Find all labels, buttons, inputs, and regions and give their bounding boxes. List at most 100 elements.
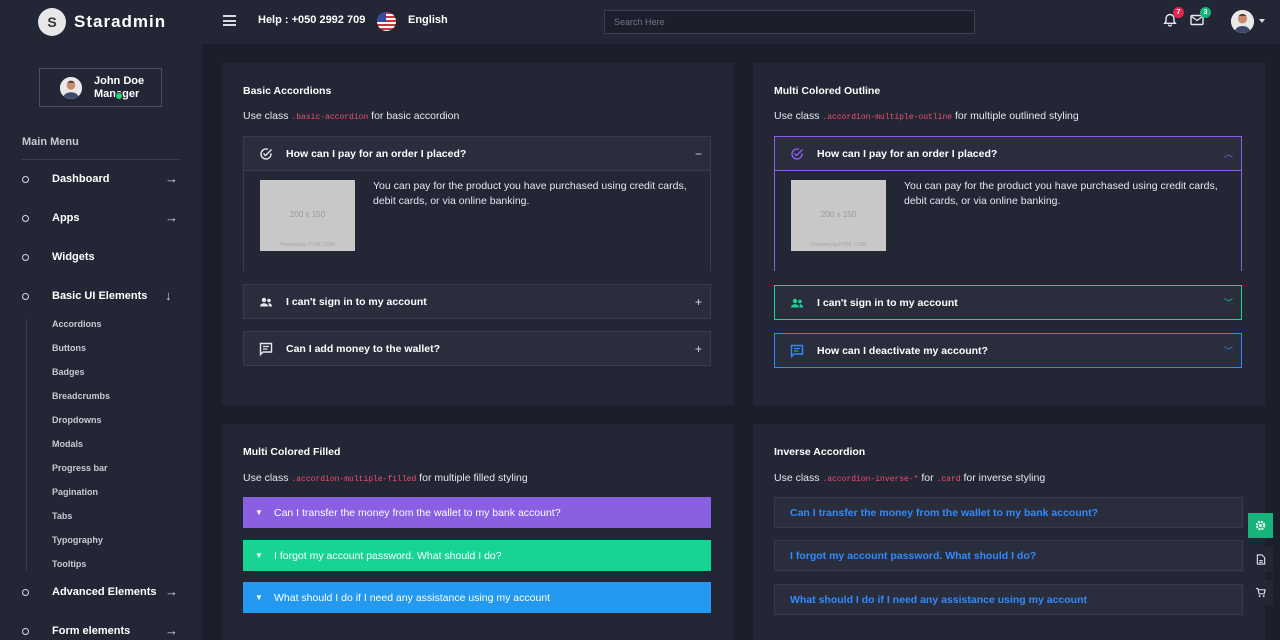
accordion-header[interactable]: What should I do if I need any assistanc…: [774, 584, 1243, 615]
messages-badge: 3: [1200, 7, 1211, 18]
accordion-title: Can I transfer the money from the wallet…: [790, 506, 1099, 519]
submenu-item-progress-bar[interactable]: Progress bar: [52, 463, 108, 473]
class-code: .accordion-inverse-*: [822, 475, 919, 484]
circle-icon: [22, 588, 29, 596]
settings-strip: [1248, 513, 1273, 605]
users-icon: [258, 294, 274, 310]
accordion-header[interactable]: I can't sign in to my account +: [243, 284, 711, 319]
accordion-title: I forgot my account password. What shoul…: [790, 549, 1037, 562]
chevron-down-icon: ▼: [255, 593, 263, 602]
profile-card[interactable]: John Doe Manager: [39, 68, 162, 107]
message-icon: [789, 343, 805, 359]
placeholder-image: 200 x 150 Powered by HTML.COM: [791, 180, 886, 251]
circle-icon: [22, 175, 29, 183]
accordion-title: I can't sign in to my account: [817, 296, 958, 309]
submenu-item-pagination[interactable]: Pagination: [52, 487, 98, 497]
sidebar-item-dashboard[interactable]: Dashboard →: [0, 168, 202, 190]
accordion-title: How can I deactivate my account?: [817, 344, 988, 357]
sidebar-item-advanced-elements[interactable]: Advanced Elements →: [0, 581, 202, 603]
sidebar-item-widgets[interactable]: Widgets: [0, 246, 202, 268]
top-navbar: S Staradmin Help : +050 2992 709 English…: [0, 0, 1280, 44]
submenu-item-modals[interactable]: Modals: [52, 439, 83, 449]
accordion-header[interactable]: How can I pay for an order I placed? ︿: [774, 136, 1242, 171]
accordion-header[interactable]: Can I transfer the money from the wallet…: [774, 497, 1243, 528]
arrow-right-icon: →: [165, 210, 178, 225]
submenu-line: [26, 319, 27, 570]
us-flag-icon[interactable]: [377, 12, 396, 31]
brand[interactable]: S Staradmin: [0, 0, 202, 44]
submenu-item-tooltips[interactable]: Tooltips: [52, 559, 86, 569]
class-code: .basic-accordion: [291, 113, 369, 122]
accordion-title: Can I transfer the money from the wallet…: [274, 506, 561, 519]
notifications-badge: 7: [1173, 7, 1184, 18]
submenu-item-dropdowns[interactable]: Dropdowns: [52, 415, 102, 425]
check-circle-icon: [258, 146, 274, 162]
card-description: Use class .accordion-multiple-filled for…: [243, 472, 528, 484]
chevron-down-icon[interactable]: ﹀: [1224, 296, 1233, 309]
accordion-body-text: You can pay for the product you have pur…: [904, 180, 1218, 207]
chevron-up-icon[interactable]: ︿: [1224, 147, 1233, 160]
chevron-down-icon[interactable]: ﹀: [1224, 344, 1233, 357]
accordion-header[interactable]: How can I pay for an order I placed? −: [243, 136, 711, 171]
message-icon: [258, 341, 274, 357]
accordion-header[interactable]: ▼ Can I transfer the money from the wall…: [243, 497, 711, 528]
sidebar-item-basic-ui-elements[interactable]: Basic UI Elements ↓: [0, 285, 202, 307]
accordion-header[interactable]: I can't sign in to my account ﹀: [774, 285, 1242, 320]
notifications-bell-icon[interactable]: 7: [1163, 7, 1184, 27]
hamburger-menu-icon[interactable]: [223, 15, 236, 26]
language-selector[interactable]: English: [408, 14, 448, 26]
card-description: Use class .accordion-multiple-outline fo…: [774, 110, 1079, 122]
sidebar-item-label: Basic UI Elements: [52, 290, 148, 302]
brand-logo: S: [38, 8, 66, 36]
accordion-header[interactable]: ▼ What should I do if I need any assista…: [243, 582, 711, 613]
submenu-item-buttons[interactable]: Buttons: [52, 343, 86, 353]
search-input[interactable]: [604, 10, 975, 34]
expand-plus-icon[interactable]: +: [695, 295, 702, 309]
basic-accordion-card: Basic Accordions Use class .basic-accord…: [222, 63, 734, 405]
outline-accordion-card: Multi Colored Outline Use class .accordi…: [753, 63, 1265, 405]
users-icon: [789, 295, 805, 311]
arrow-right-icon: →: [165, 584, 178, 599]
accordion-title: I can't sign in to my account: [286, 295, 427, 308]
arrow-right-icon: →: [165, 171, 178, 186]
class-code: .card: [936, 475, 961, 484]
sidebar: John Doe Manager Main Menu Dashboard → A…: [0, 44, 202, 640]
filled-accordion-card: Multi Colored Filled Use class .accordio…: [222, 424, 734, 640]
chevron-down-icon: ▼: [255, 551, 263, 560]
sidebar-item-form-elements[interactable]: Form elements →: [0, 620, 202, 640]
card-title: Multi Colored Filled: [243, 446, 341, 458]
card-description: Use class .accordion-inverse-* for .card…: [774, 472, 1046, 484]
accordion-header[interactable]: How can I deactivate my account? ﹀: [774, 333, 1242, 368]
arrow-right-icon: →: [165, 623, 178, 638]
user-dropdown-caret-icon[interactable]: [1259, 19, 1265, 23]
expand-plus-icon[interactable]: +: [695, 342, 702, 356]
accordion-header[interactable]: I forgot my account password. What shoul…: [774, 540, 1243, 571]
collapse-minus-icon[interactable]: −: [695, 147, 702, 161]
accordion-header[interactable]: Can I add money to the wallet? +: [243, 331, 711, 366]
settings-gear-icon[interactable]: [1248, 513, 1273, 538]
sidebar-item-apps[interactable]: Apps →: [0, 207, 202, 229]
placeholder-image: 200 x 150 Powered by HTML.COM: [260, 180, 355, 251]
sidebar-item-label: Advanced Elements: [52, 586, 157, 598]
submenu-item-accordions[interactable]: Accordions: [52, 319, 102, 329]
mail-icon[interactable]: 3: [1190, 7, 1211, 27]
submenu-item-tabs[interactable]: Tabs: [52, 511, 72, 521]
accordion-header[interactable]: ▼ I forgot my account password. What sho…: [243, 540, 711, 571]
accordion-title: How can I pay for an order I placed?: [817, 147, 998, 160]
shopping-cart-icon[interactable]: [1248, 580, 1273, 605]
accordion-body: 200 x 150 Powered by HTML.COM You can pa…: [774, 171, 1242, 271]
submenu-item-typography[interactable]: Typography: [52, 535, 103, 545]
submenu-item-breadcrumbs[interactable]: Breadcrumbs: [52, 391, 110, 401]
online-status-dot: [115, 92, 123, 100]
sidebar-item-label: Apps: [52, 212, 80, 224]
user-avatar[interactable]: [1231, 10, 1254, 33]
accordion-body-text: You can pay for the product you have pur…: [373, 180, 687, 207]
document-icon[interactable]: [1248, 547, 1273, 572]
brand-name: Staradmin: [74, 12, 167, 31]
card-title: Basic Accordions: [243, 85, 332, 97]
arrow-down-icon: ↓: [165, 288, 172, 303]
help-phone: Help : +050 2992 709: [258, 14, 366, 26]
submenu-item-badges[interactable]: Badges: [52, 367, 85, 377]
card-title: Multi Colored Outline: [774, 85, 881, 97]
circle-icon: [22, 627, 29, 635]
